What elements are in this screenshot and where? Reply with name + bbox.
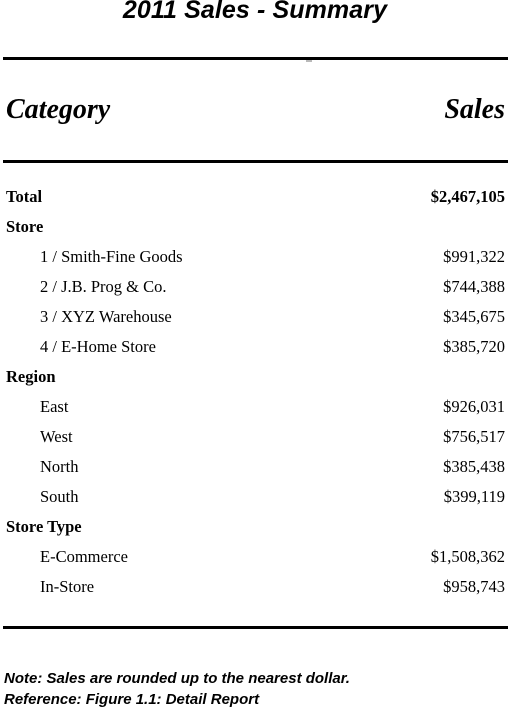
group-label-region: Region [6,367,56,386]
rule-below-header [3,160,508,163]
row-label: 3 / XYZ Warehouse [40,307,172,326]
table-row-group-store: Store [0,212,510,242]
row-label: South [40,487,79,506]
table-row: North $385,438 [0,452,510,482]
total-value: $2,467,105 [430,186,505,206]
print-artifact-mark [306,60,312,62]
group-label-store: Store [6,217,44,236]
row-value: $345,675 [443,307,505,326]
row-value: $385,438 [443,457,505,476]
row-label: In-Store [40,577,95,596]
table-row: 3 / XYZ Warehouse $345,675 [0,302,510,332]
row-value: $991,322 [443,247,505,266]
group-label-store-type: Store Type [6,517,82,536]
table-row: West $756,517 [0,422,510,452]
row-label: East [40,397,69,416]
table-row: 1 / Smith-Fine Goods $991,322 [0,242,510,272]
table-row: In-Store $958,743 [0,572,510,602]
rule-below-table [3,626,508,629]
table-row-total: Total $2,467,105 [0,181,510,212]
table-row: South $399,119 [0,482,510,512]
table-row: 4 / E-Home Store $385,720 [0,332,510,362]
total-label: Total [6,186,43,206]
footer-reference: Reference: Figure 1.1: Detail Report [4,691,260,708]
table-row: East $926,031 [0,392,510,422]
row-value: $385,720 [443,337,505,356]
row-label: West [40,427,73,446]
row-value: $958,743 [443,577,505,596]
column-header-row: Category Sales [6,94,505,126]
row-label: North [40,457,79,476]
row-label: 2 / J.B. Prog & Co. [40,277,167,296]
table-row: 2 / J.B. Prog & Co. $744,388 [0,272,510,302]
row-value: $744,388 [443,277,505,296]
row-value: $926,031 [443,397,505,416]
page-title: 2011 Sales - Summary [122,0,388,24]
summary-table-body: Total $2,467,105 Store 1 / Smith-Fine Go… [0,181,510,602]
row-label: E-Commerce [40,547,128,566]
table-row-group-store-type: Store Type [0,512,510,542]
table-row: E-Commerce $1,508,362 [0,542,510,572]
column-header-sales: Sales [444,94,505,125]
row-label: 1 / Smith-Fine Goods [40,247,183,266]
row-value: $399,119 [443,487,505,506]
footer-notes: Note: Sales are rounded up to the neares… [4,668,506,710]
row-value: $1,508,362 [430,547,505,566]
rule-above-header [3,57,508,60]
footer-note: Note: Sales are rounded up to the neares… [4,670,350,687]
row-label: 4 / E-Home Store [40,337,156,356]
report-page: 2011 Sales - Summary Category Sales Tota… [0,0,510,713]
row-value: $756,517 [443,427,505,446]
column-header-category: Category [6,94,111,125]
table-row-group-region: Region [0,362,510,392]
